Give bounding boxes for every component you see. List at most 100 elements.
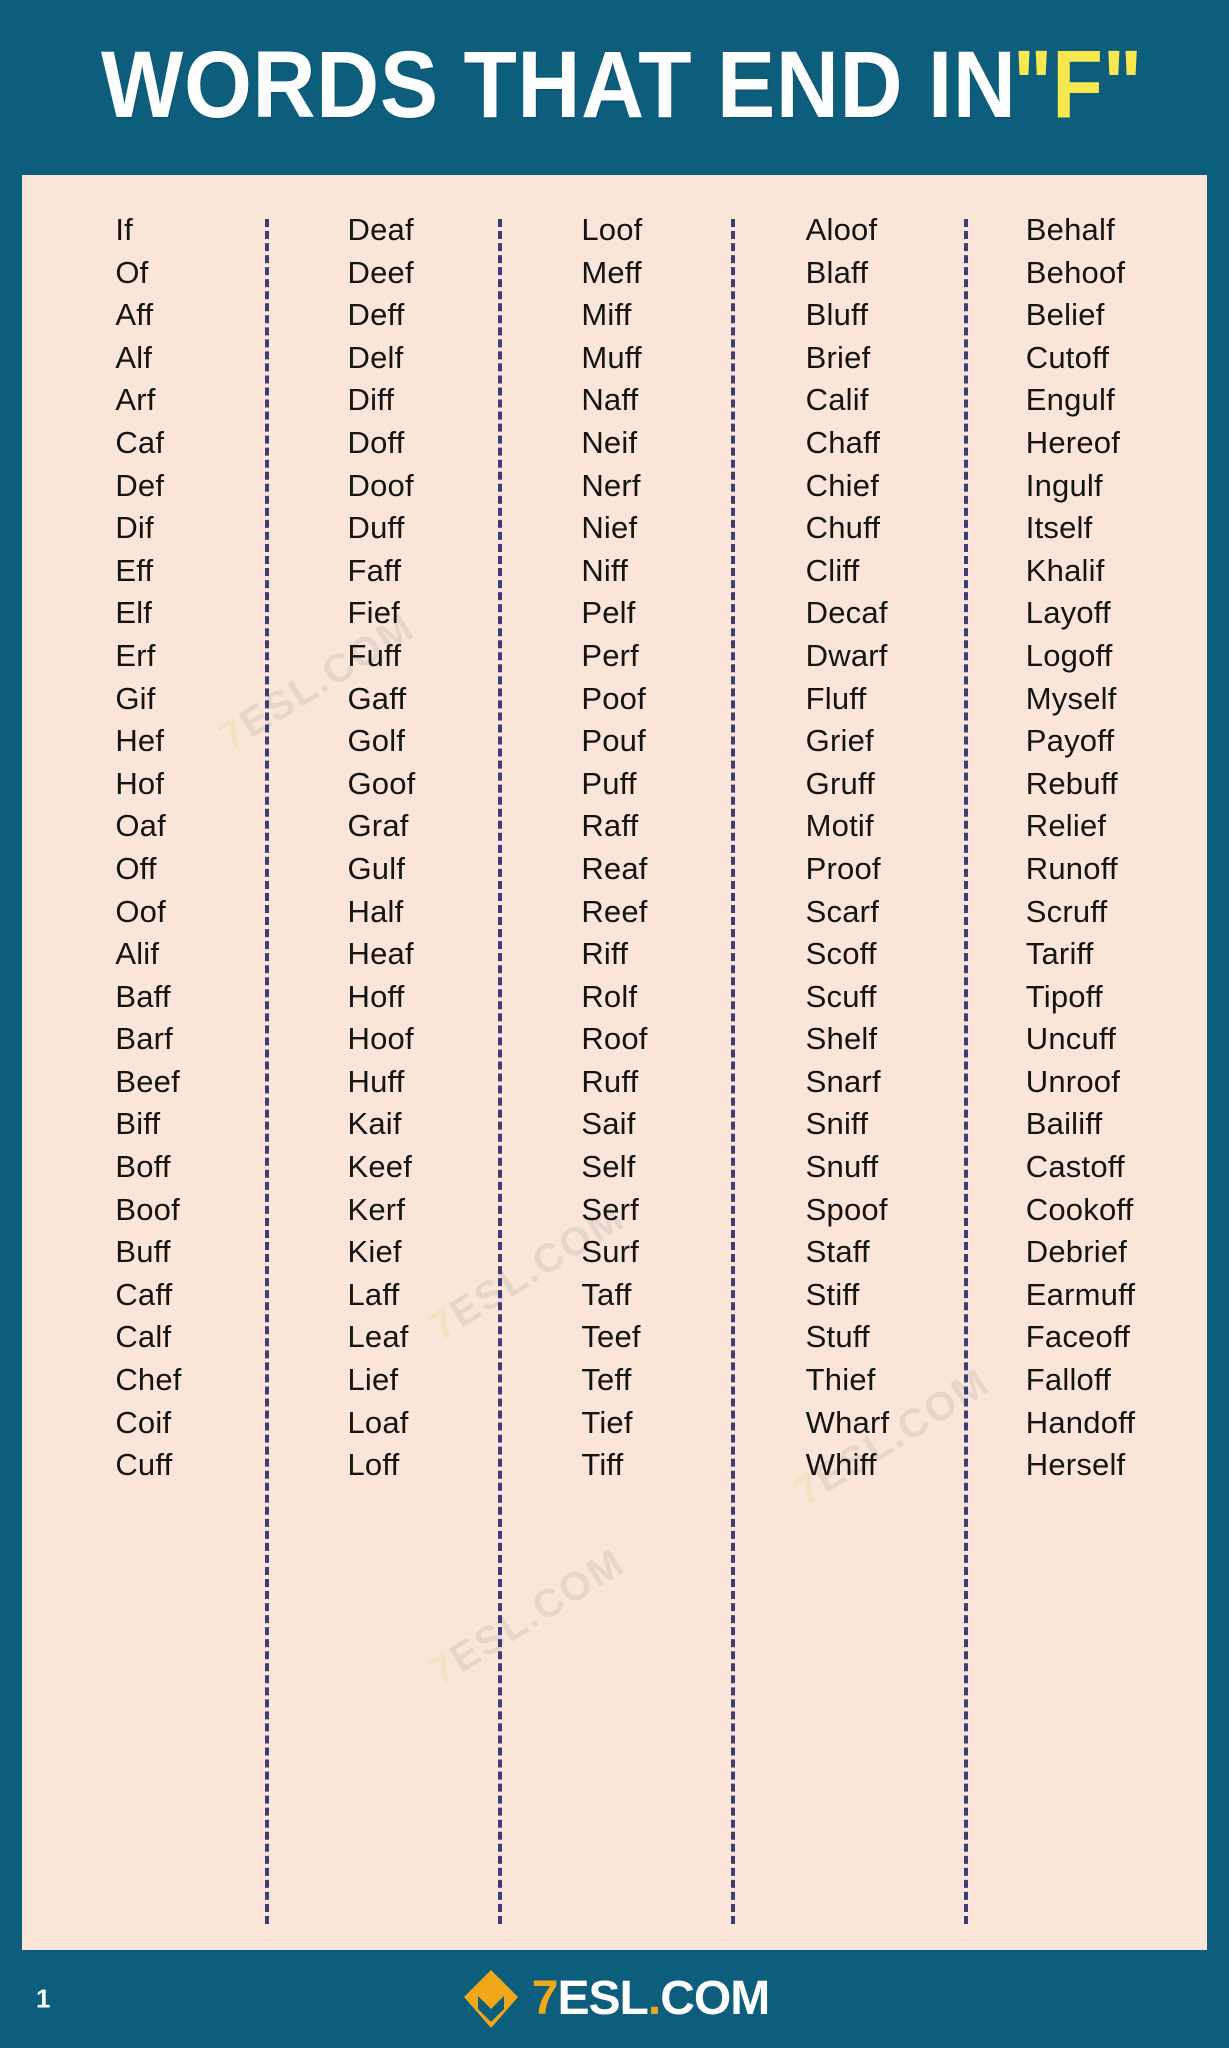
word-item: Behalf <box>1025 212 1115 247</box>
column-4: Aloof Blaff Bluff Brief Calif Chaff Chief Chuff… <box>731 209 964 1932</box>
word-item: Decaf <box>805 595 888 631</box>
word-item: Hoff <box>347 978 405 1014</box>
word-item: Keef <box>347 1149 413 1185</box>
brand-logo: 7 ESL. COM <box>460 1968 770 2030</box>
word-item: Scarf <box>805 893 880 929</box>
word-item: Neif <box>581 424 638 460</box>
word-item: Calif <box>805 382 869 418</box>
word-item: Herself <box>1025 1447 1126 1483</box>
word-item: Bluff <box>805 297 869 333</box>
page-title: WORDS THAT END IN "F" <box>101 36 1142 132</box>
word-item: Engulf <box>1025 382 1115 418</box>
word-item: Boff <box>115 1149 171 1185</box>
word-item: Cuff <box>115 1447 173 1483</box>
word-item: Scoff <box>805 936 877 972</box>
column-5: Behalf Behoof Belief Cutoff Engulf Hereof Ingu… <box>964 209 1197 1932</box>
word-item: Castoff <box>1025 1149 1125 1185</box>
word-item: Tariff <box>1025 936 1094 972</box>
word-item: Thief <box>805 1362 876 1398</box>
word-item: Chief <box>805 467 880 503</box>
word-item: Kief <box>347 1234 402 1270</box>
word-item: Chaff <box>805 424 881 460</box>
word-item: Spoof <box>805 1191 888 1227</box>
poster-footer: 1 7 ESL. COM <box>0 1950 1229 2048</box>
word-item: Pelf <box>581 595 636 631</box>
column-5-words: Behalf Behoof Belief Cutoff Engulf Hereof Ingu… <box>1026 209 1135 1487</box>
word-item: Def <box>115 467 165 503</box>
word-item: Loof <box>581 212 643 247</box>
word-item: Pouf <box>581 723 646 759</box>
word-item: Puff <box>581 765 637 801</box>
column-2: Deaf Deef Deff Delf Diff Doff Doof Duff Faff Fief… <box>265 209 498 1932</box>
word-item: Logoff <box>1025 637 1113 673</box>
word-item: Deff <box>347 297 405 333</box>
word-item: Gruff <box>805 765 875 801</box>
word-item: Arf <box>115 382 156 418</box>
word-item: Kerf <box>347 1191 406 1227</box>
word-item: Off <box>115 850 157 886</box>
word-item: Calf <box>115 1319 172 1355</box>
word-item: Aff <box>115 297 154 333</box>
word-item: Teef <box>581 1319 641 1355</box>
word-item: Hef <box>115 723 165 759</box>
word-item: Nerf <box>581 467 641 503</box>
word-item: Barf <box>115 1021 173 1057</box>
word-item: Eff <box>115 552 154 588</box>
word-item: Faceoff <box>1025 1319 1131 1355</box>
page-number: 1 <box>36 1983 51 2014</box>
word-item: Alf <box>115 339 153 375</box>
word-item: Cutoff <box>1025 339 1110 375</box>
word-item: Leaf <box>347 1319 409 1355</box>
brand-text-com: COM <box>660 1972 770 2025</box>
page-title-accent: "F" <box>1012 29 1142 138</box>
word-item: Whiff <box>805 1447 877 1483</box>
word-item: Deef <box>347 254 414 290</box>
word-item: Dif <box>115 510 154 546</box>
word-item: Elf <box>115 595 153 631</box>
word-item: Hoof <box>347 1021 414 1057</box>
word-item: Miff <box>581 297 632 333</box>
word-item: Delf <box>347 339 404 375</box>
page-title-main: WORDS THAT END IN <box>100 30 1017 137</box>
word-item: Saif <box>581 1106 636 1142</box>
diamond-7esl-logo-icon <box>460 1968 522 2030</box>
word-item: Lief <box>347 1362 399 1398</box>
word-item: Behoof <box>1025 254 1126 290</box>
word-item: Payoff <box>1025 723 1115 759</box>
word-item: Diff <box>347 382 395 418</box>
poster-header: WORDS THAT END IN "F" <box>0 0 1229 175</box>
word-item: Alif <box>115 936 160 972</box>
word-item: Reaf <box>581 850 648 886</box>
word-item: Fluff <box>805 680 867 716</box>
word-item: Self <box>581 1149 636 1185</box>
word-item: Scruff <box>1025 893 1108 929</box>
word-item: Unroof <box>1025 1063 1121 1099</box>
word-item: Fief <box>347 595 400 631</box>
word-item: Snuff <box>805 1149 879 1185</box>
word-item: Runoff <box>1025 850 1118 886</box>
word-item: Gif <box>115 680 156 716</box>
word-item: Layoff <box>1025 595 1111 631</box>
word-item: Stuff <box>805 1319 870 1355</box>
word-item: Handoff <box>1025 1404 1136 1440</box>
word-item: Hereof <box>1025 424 1121 460</box>
word-item: Kaif <box>347 1106 402 1142</box>
word-item: Snarf <box>805 1063 881 1099</box>
word-item: Bailiff <box>1025 1106 1103 1142</box>
word-item: Boof <box>115 1191 180 1227</box>
word-item: Deaf <box>347 212 414 247</box>
word-item: Graf <box>347 808 409 844</box>
word-item: Gulf <box>347 850 406 886</box>
word-item: Proof <box>805 850 881 886</box>
word-item: Laff <box>347 1276 400 1312</box>
word-item: Coif <box>115 1404 172 1440</box>
word-item: Chuff <box>805 510 881 546</box>
word-item: Rolf <box>581 978 638 1014</box>
column-4-words: Aloof Blaff Bluff Brief Calif Chaff Chief Chuff… <box>806 209 890 1487</box>
word-item: Ruff <box>581 1063 639 1099</box>
column-1: If Of Aff Alf Arf Caf Def Dif Eff Elf Erf Gif Hef Hof… <box>32 209 265 1932</box>
word-item: Teff <box>581 1362 632 1398</box>
word-item: Grief <box>805 723 874 759</box>
word-item: Surf <box>581 1234 639 1270</box>
word-item: Biff <box>115 1106 161 1142</box>
